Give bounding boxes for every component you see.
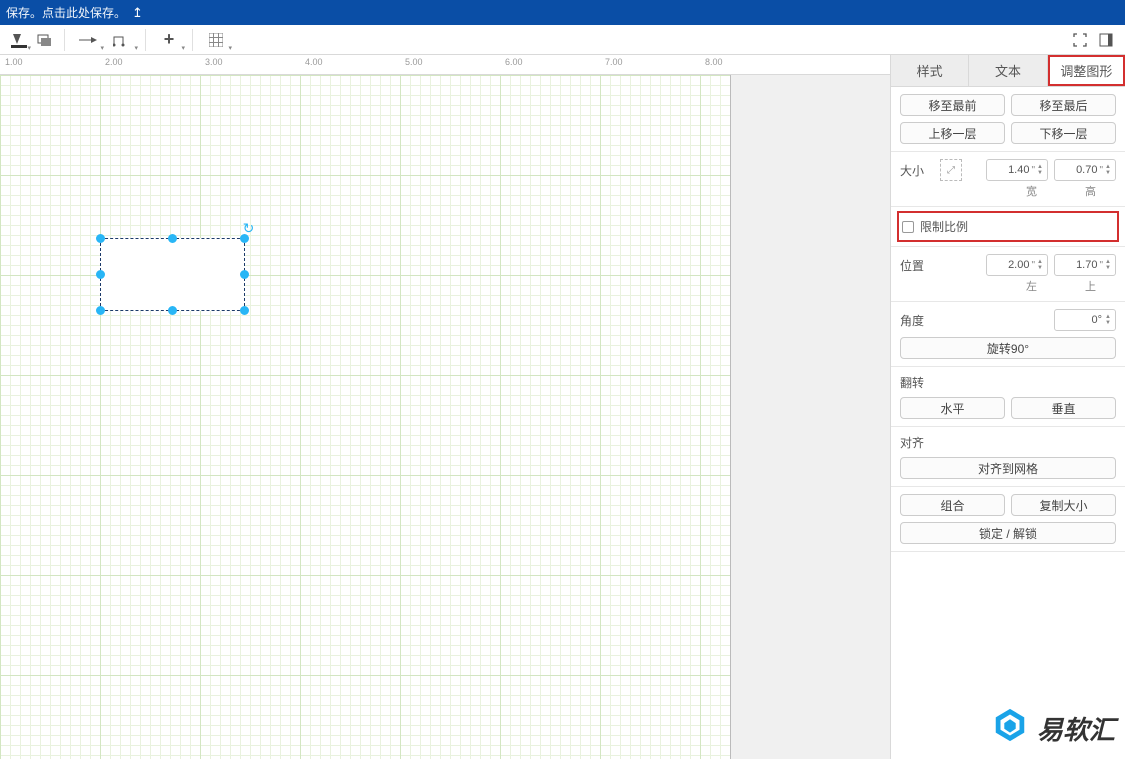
format-panel: 样式 文本 调整图形 移至最前 移至最后 上移一层 下移一层 大小 ⤢ 1.40… [890,55,1125,759]
ruler-tick: 2.00 [105,57,123,67]
group-section: 组合 复制大小 锁定 / 解锁 [891,487,1125,552]
flip-header: 翻转 [900,374,1116,391]
connector-style-tool[interactable]: ▾ [71,27,105,53]
toolbar: ▾ ▾ ▾ +▾ ▾ [0,25,1125,55]
resize-handle-br[interactable] [240,306,249,315]
fill-color-tool[interactable]: ▾ [6,27,32,53]
canvas-area[interactable]: 1.00 2.00 3.00 4.00 5.00 6.00 7.00 8.00 ↻ [0,55,890,759]
ruler-tick: 7.00 [605,57,623,67]
forward-button[interactable]: 上移一层 [900,122,1005,144]
share-icon[interactable]: ↥ [132,5,143,21]
order-section: 移至最前 移至最后 上移一层 下移一层 [891,87,1125,152]
tab-style[interactable]: 样式 [891,55,969,86]
backward-button[interactable]: 下移一层 [1011,122,1116,144]
ruler-tick: 4.00 [305,57,323,67]
fullscreen-tool[interactable] [1067,27,1093,53]
angle-section: 角度 0°▲▼ 旋转90° [891,302,1125,367]
watermark-icon [991,706,1029,751]
flip-section: 翻转 水平 垂直 [891,367,1125,427]
toolbar-separator [192,29,193,51]
resize-handle-ml[interactable] [96,270,105,279]
flip-vertical-button[interactable]: 垂直 [1011,397,1116,419]
angle-label: 角度 [900,312,924,329]
resize-handle-tm[interactable] [168,234,177,243]
shadow-tool[interactable] [32,27,58,53]
insert-tool[interactable]: +▾ [152,27,186,53]
resize-handle-tl[interactable] [96,234,105,243]
width-sublabel: 宽 [1026,183,1037,199]
size-label: 大小 [900,162,934,179]
width-input[interactable]: 1.40"▲▼ [986,159,1048,181]
grid-tool[interactable]: ▾ [199,27,233,53]
y-input[interactable]: 1.70"▲▼ [1054,254,1116,276]
resize-handle-tr[interactable] [240,234,249,243]
height-input[interactable]: 0.70"▲▼ [1054,159,1116,181]
format-tabs: 样式 文本 调整图形 [891,55,1125,87]
lock-unlock-button[interactable]: 锁定 / 解锁 [900,522,1116,544]
to-back-button[interactable]: 移至最后 [1011,94,1116,116]
tab-text[interactable]: 文本 [969,55,1047,86]
align-header: 对齐 [900,434,1116,451]
format-panel-toggle[interactable] [1093,27,1119,53]
resize-handle-bl[interactable] [96,306,105,315]
x-sublabel: 左 [1026,278,1037,294]
waypoint-tool[interactable]: ▾ [105,27,139,53]
constrain-checkbox-row[interactable]: 限制比例 [900,214,1116,239]
align-section: 对齐 对齐到网格 [891,427,1125,487]
unsaved-text[interactable]: 保存。点击此处保存。 [6,4,126,21]
copy-size-button[interactable]: 复制大小 [1011,494,1116,516]
watermark-text: 易软汇 [1037,710,1115,747]
angle-input[interactable]: 0°▲▼ [1054,309,1116,331]
ruler-tick: 5.00 [405,57,423,67]
ruler-tick: 8.00 [705,57,723,67]
size-section: 大小 ⤢ 1.40"▲▼ 0.70"▲▼ 宽 高 [891,152,1125,207]
canvas-grid[interactable]: ↻ [0,75,890,759]
autosize-icon[interactable]: ⤢ [940,159,962,181]
position-section: 位置 2.00"▲▼ 1.70"▲▼ 左 上 [891,247,1125,302]
constrain-label: 限制比例 [920,218,968,235]
toolbar-separator [64,29,65,51]
ruler-tick: 3.00 [205,57,223,67]
resize-handle-bm[interactable] [168,306,177,315]
page-edge [730,75,890,759]
to-front-button[interactable]: 移至最前 [900,94,1005,116]
flip-horizontal-button[interactable]: 水平 [900,397,1005,419]
rotate90-button[interactable]: 旋转90° [900,337,1116,359]
position-label: 位置 [900,257,934,274]
watermark: 易软汇 [991,706,1115,751]
snap-to-grid-button[interactable]: 对齐到网格 [900,457,1116,479]
tab-arrange[interactable]: 调整图形 [1048,55,1125,86]
toolbar-separator [145,29,146,51]
constrain-section: 限制比例 [891,207,1125,247]
x-input[interactable]: 2.00"▲▼ [986,254,1048,276]
ruler-tick: 6.00 [505,57,523,67]
ruler-tick: 1.00 [5,57,23,67]
y-sublabel: 上 [1085,278,1096,294]
ruler-horizontal: 1.00 2.00 3.00 4.00 5.00 6.00 7.00 8.00 [0,55,890,75]
group-button[interactable]: 组合 [900,494,1005,516]
resize-handle-mr[interactable] [240,270,249,279]
selected-shape[interactable]: ↻ [100,238,245,311]
height-sublabel: 高 [1085,183,1096,199]
constrain-checkbox[interactable] [902,221,914,233]
title-bar: 保存。点击此处保存。 ↥ [0,0,1125,25]
